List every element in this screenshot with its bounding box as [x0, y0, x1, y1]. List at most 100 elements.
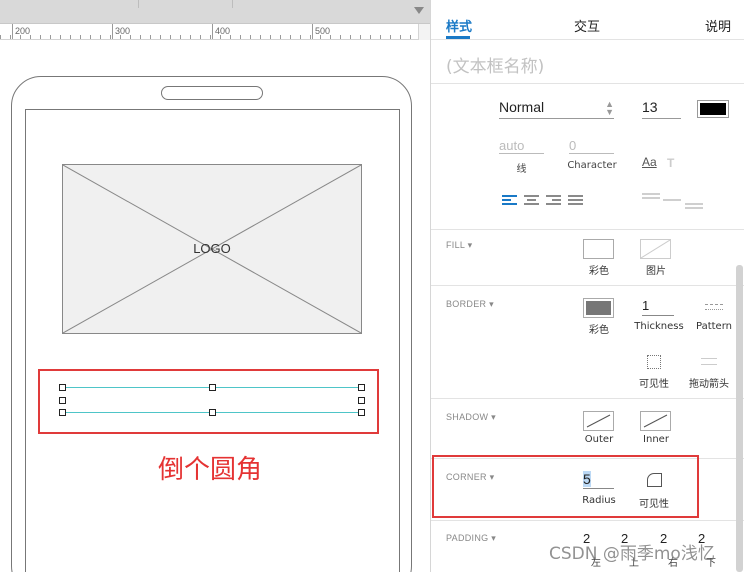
inspector-tabs: 样式 交互 说明 [431, 0, 744, 40]
ruler-tick [80, 35, 81, 39]
border-visibility-label: 可见性 [639, 379, 669, 390]
align-left-icon[interactable] [502, 195, 517, 206]
ruler-tick [90, 35, 91, 39]
ruler-tick [350, 35, 351, 39]
valign-bottom-icon[interactable] [685, 203, 703, 213]
ruler-tick [390, 35, 391, 39]
arrow-style-label: 拖动箭头 [689, 379, 729, 390]
ruler-tick [340, 35, 341, 39]
char-spacing-label: Character [567, 160, 617, 171]
horizontal-ruler: 200 300 400 500 [0, 24, 430, 40]
text-color-swatch[interactable] [697, 100, 729, 118]
border-pattern-icon[interactable] [705, 302, 723, 314]
ruler-tick [50, 35, 51, 39]
arrow-style-icon[interactable] [701, 355, 717, 369]
resize-handle[interactable] [59, 384, 66, 391]
ruler-label: 200 [15, 26, 31, 36]
ruler-tick [260, 35, 261, 39]
topbar-separator [232, 0, 233, 8]
resize-handle[interactable] [209, 384, 216, 391]
align-center-icon[interactable] [524, 195, 539, 206]
ruler-tick [40, 35, 41, 39]
border-thickness-label: Thickness [634, 321, 684, 332]
resize-handle[interactable] [358, 384, 365, 391]
font-size-input[interactable]: 13 [642, 99, 681, 119]
ruler-tick [240, 35, 241, 39]
align-justify-icon[interactable] [568, 195, 583, 206]
align-right-icon[interactable] [546, 195, 561, 206]
border-visibility-icon[interactable] [647, 355, 661, 369]
fill-section-label[interactable]: FILL ▾ [446, 240, 473, 251]
resize-handle[interactable] [59, 397, 66, 404]
tab-notes[interactable]: 说明 [705, 16, 731, 35]
widget-name-input[interactable]: (文本框名称) [446, 52, 544, 77]
design-canvas[interactable]: 200 300 400 500 LOGO 倒个圆角 [0, 0, 430, 572]
ruler-tick [290, 35, 291, 39]
topbar-separator [138, 0, 139, 8]
border-section-label[interactable]: BORDER ▾ [446, 299, 494, 310]
chevron-down-icon[interactable] [414, 7, 424, 14]
phone-speaker [161, 86, 263, 100]
outer-shadow-button[interactable] [583, 411, 614, 431]
border-color-label: 彩色 [589, 325, 609, 336]
border-color-fill [586, 301, 611, 315]
ruler-tick [160, 35, 161, 39]
watermark-text: CSDN @雨季mo浅忆 [549, 544, 715, 564]
tab-interaction[interactable]: 交互 [574, 16, 600, 35]
divider [431, 39, 744, 40]
ruler-tick [170, 35, 171, 39]
ruler-tick [150, 35, 151, 39]
ruler-tick [210, 35, 211, 39]
ruler-tick [60, 35, 61, 39]
line-spacing-label: 线 [516, 164, 527, 175]
resize-handle[interactable] [59, 409, 66, 416]
ruler-tick [70, 35, 71, 39]
highlight-corner-section [432, 455, 699, 518]
ruler-tick [250, 35, 251, 39]
ruler-tick [330, 35, 331, 39]
ruler-tick [30, 35, 31, 39]
ruler-tick [180, 35, 181, 39]
shadow-section-label[interactable]: SHADOW ▾ [446, 412, 496, 423]
updown-caret-icon: ▲ ▼ [605, 99, 614, 117]
ruler-tick [130, 35, 131, 39]
logo-placeholder-image[interactable]: LOGO [62, 164, 362, 334]
line-spacing-input[interactable]: auto [499, 138, 544, 154]
image-placeholder-icon [640, 239, 671, 259]
fill-image-label: 图片 [646, 266, 666, 277]
ruler-tick [410, 35, 411, 39]
inner-shadow-label: Inner [643, 434, 669, 445]
text-shadow-icon[interactable]: T [667, 156, 674, 170]
valign-middle-icon[interactable] [663, 199, 681, 209]
valign-top-icon[interactable] [642, 193, 660, 203]
border-color-button[interactable] [583, 298, 614, 318]
panel-scrollbar[interactable] [736, 265, 743, 572]
ruler-major-tick [212, 24, 213, 39]
resize-handle[interactable] [358, 409, 365, 416]
font-weight-value: Normal [499, 99, 545, 115]
ruler-tick [230, 35, 231, 39]
inner-shadow-button[interactable] [640, 411, 671, 431]
ruler-tick [360, 35, 361, 39]
ruler-label: 400 [215, 26, 231, 36]
ruler-tick [310, 35, 311, 39]
border-thickness-input[interactable]: 1 [642, 298, 674, 316]
ruler-tick [110, 35, 111, 39]
font-weight-select[interactable]: Normal ▲ ▼ [499, 99, 614, 119]
resize-handle[interactable] [358, 397, 365, 404]
char-spacing-input[interactable]: 0 [569, 138, 614, 154]
ruler-tick [140, 35, 141, 39]
text-case-icon[interactable]: Aa [642, 155, 657, 169]
divider [431, 229, 744, 230]
divider [431, 520, 744, 521]
padding-section-label[interactable]: PADDING ▾ [446, 533, 496, 544]
fill-color-button[interactable] [583, 239, 614, 259]
ruler-major-tick [112, 24, 113, 39]
ruler-tick [280, 35, 281, 39]
ruler-tick [190, 35, 191, 39]
fill-image-button[interactable] [640, 239, 671, 259]
logo-label: LOGO [193, 241, 231, 256]
tab-style[interactable]: 样式 [446, 16, 472, 35]
resize-handle[interactable] [209, 409, 216, 416]
ruler-tick [270, 35, 271, 39]
